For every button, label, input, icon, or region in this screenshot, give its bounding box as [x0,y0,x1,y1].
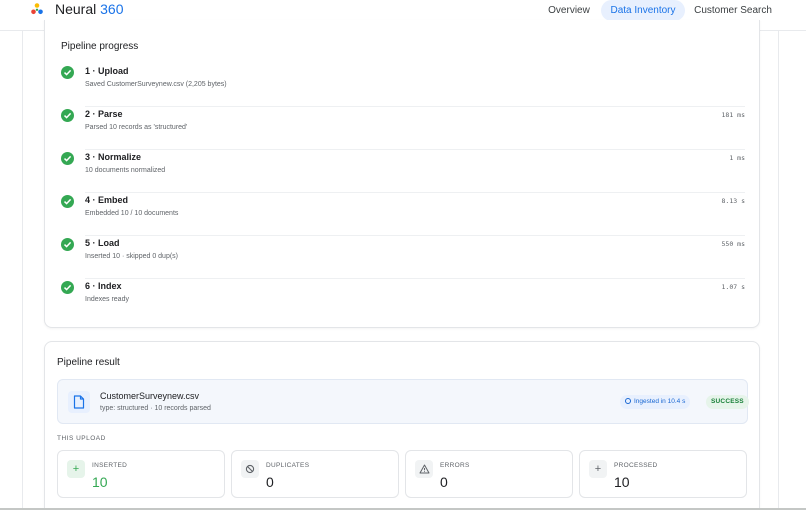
step-detail: Saved CustomerSurveynew.csv (2,205 bytes… [85,81,227,88]
file-name: CustomerSurveynew.csv [100,391,200,401]
check-icon [61,152,74,165]
uploaded-file-summary[interactable]: CustomerSurveynew.csv type: structured ·… [57,379,749,424]
check-icon [61,195,74,208]
stat-label: PROCESSED [614,462,658,469]
stat-inserted: + INSERTED 10 [57,450,225,498]
stat-errors: ERRORS 0 [405,450,573,498]
pipeline-step-normalize: 3 · Normalize 10 documents normalized 1 … [61,150,745,193]
step-duration: 1 ms [729,154,745,162]
nav-overview[interactable]: Overview [543,0,595,21]
step-duration: 1.07 s [721,283,745,291]
check-icon [61,66,74,79]
ingest-time-badge: Ingested in 10.4 s [620,395,691,409]
step-title: 1 · Upload [85,66,129,76]
check-icon [61,281,74,294]
stat-label: DUPLICATES [266,462,310,469]
step-title: 3 · Normalize [85,152,142,162]
section-label: THIS UPLOAD [57,435,106,442]
nav-customer-search[interactable]: Customer Search [691,0,775,21]
pipeline-result-title: Pipeline result [57,357,120,368]
step-detail: Embedded 10 / 10 documents [85,210,179,217]
warning-icon [415,460,433,478]
step-duration: 181 ms [721,111,745,119]
stat-label: INSERTED [92,462,128,469]
pipeline-step-parse: 2 · Parse Parsed 10 records as 'structur… [61,107,745,150]
plus-icon: + [67,460,85,478]
logo-icon [31,3,43,15]
pipeline-step-embed: 4 · Embed Embedded 10 / 10 documents 8.1… [61,193,745,236]
step-detail: Parsed 10 records as 'structured' [85,124,188,131]
step-detail: Indexes ready [85,296,129,303]
step-title: 5 · Load [85,238,120,248]
stat-duplicates: DUPLICATES 0 [231,450,399,498]
file-meta: type: structured · 10 records parsed [100,405,211,412]
nav-data-inventory[interactable]: Data Inventory [601,0,685,21]
clock-icon [625,398,631,404]
step-duration: 8.13 s [721,197,745,205]
pipeline-step-load: 5 · Load Inserted 10 · skipped 0 dup(s) … [61,236,745,279]
step-title: 4 · Embed [85,195,129,205]
stat-value: 10 [92,474,108,490]
brand-title[interactable]: Neural 360 [55,1,124,17]
pipeline-step-index: 6 · Index Indexes ready 1.07 s [61,279,745,322]
pipeline-result-card: Pipeline result CustomerSurveynew.csv ty… [44,341,760,510]
step-detail: Inserted 10 · skipped 0 dup(s) [85,253,178,260]
check-icon [61,238,74,251]
stat-value: 10 [614,474,630,490]
check-icon [61,109,74,122]
stat-value: 0 [266,474,274,490]
ingest-time-label: Ingested in 10.4 s [634,398,686,405]
pipeline-progress-title: Pipeline progress [61,41,139,52]
stat-processed: + PROCESSED 10 [579,450,747,498]
brand-name: Neural [55,1,97,17]
block-icon [241,460,259,478]
brand-suffix: 360 [100,1,124,17]
file-icon [68,391,90,413]
step-title: 6 · Index [85,281,122,291]
step-detail: 10 documents normalized [85,167,166,174]
plus-icon: + [589,460,607,478]
stat-label: ERRORS [440,462,470,469]
step-duration: 550 ms [721,240,745,248]
pipeline-step-upload: 1 · Upload Saved CustomerSurveynew.csv (… [61,64,745,107]
status-badge: SUCCESS [706,395,749,409]
stat-value: 0 [440,474,448,490]
pipeline-progress-card: Pipeline progress 1 · Upload Saved Custo… [44,20,760,328]
step-title: 2 · Parse [85,109,123,119]
